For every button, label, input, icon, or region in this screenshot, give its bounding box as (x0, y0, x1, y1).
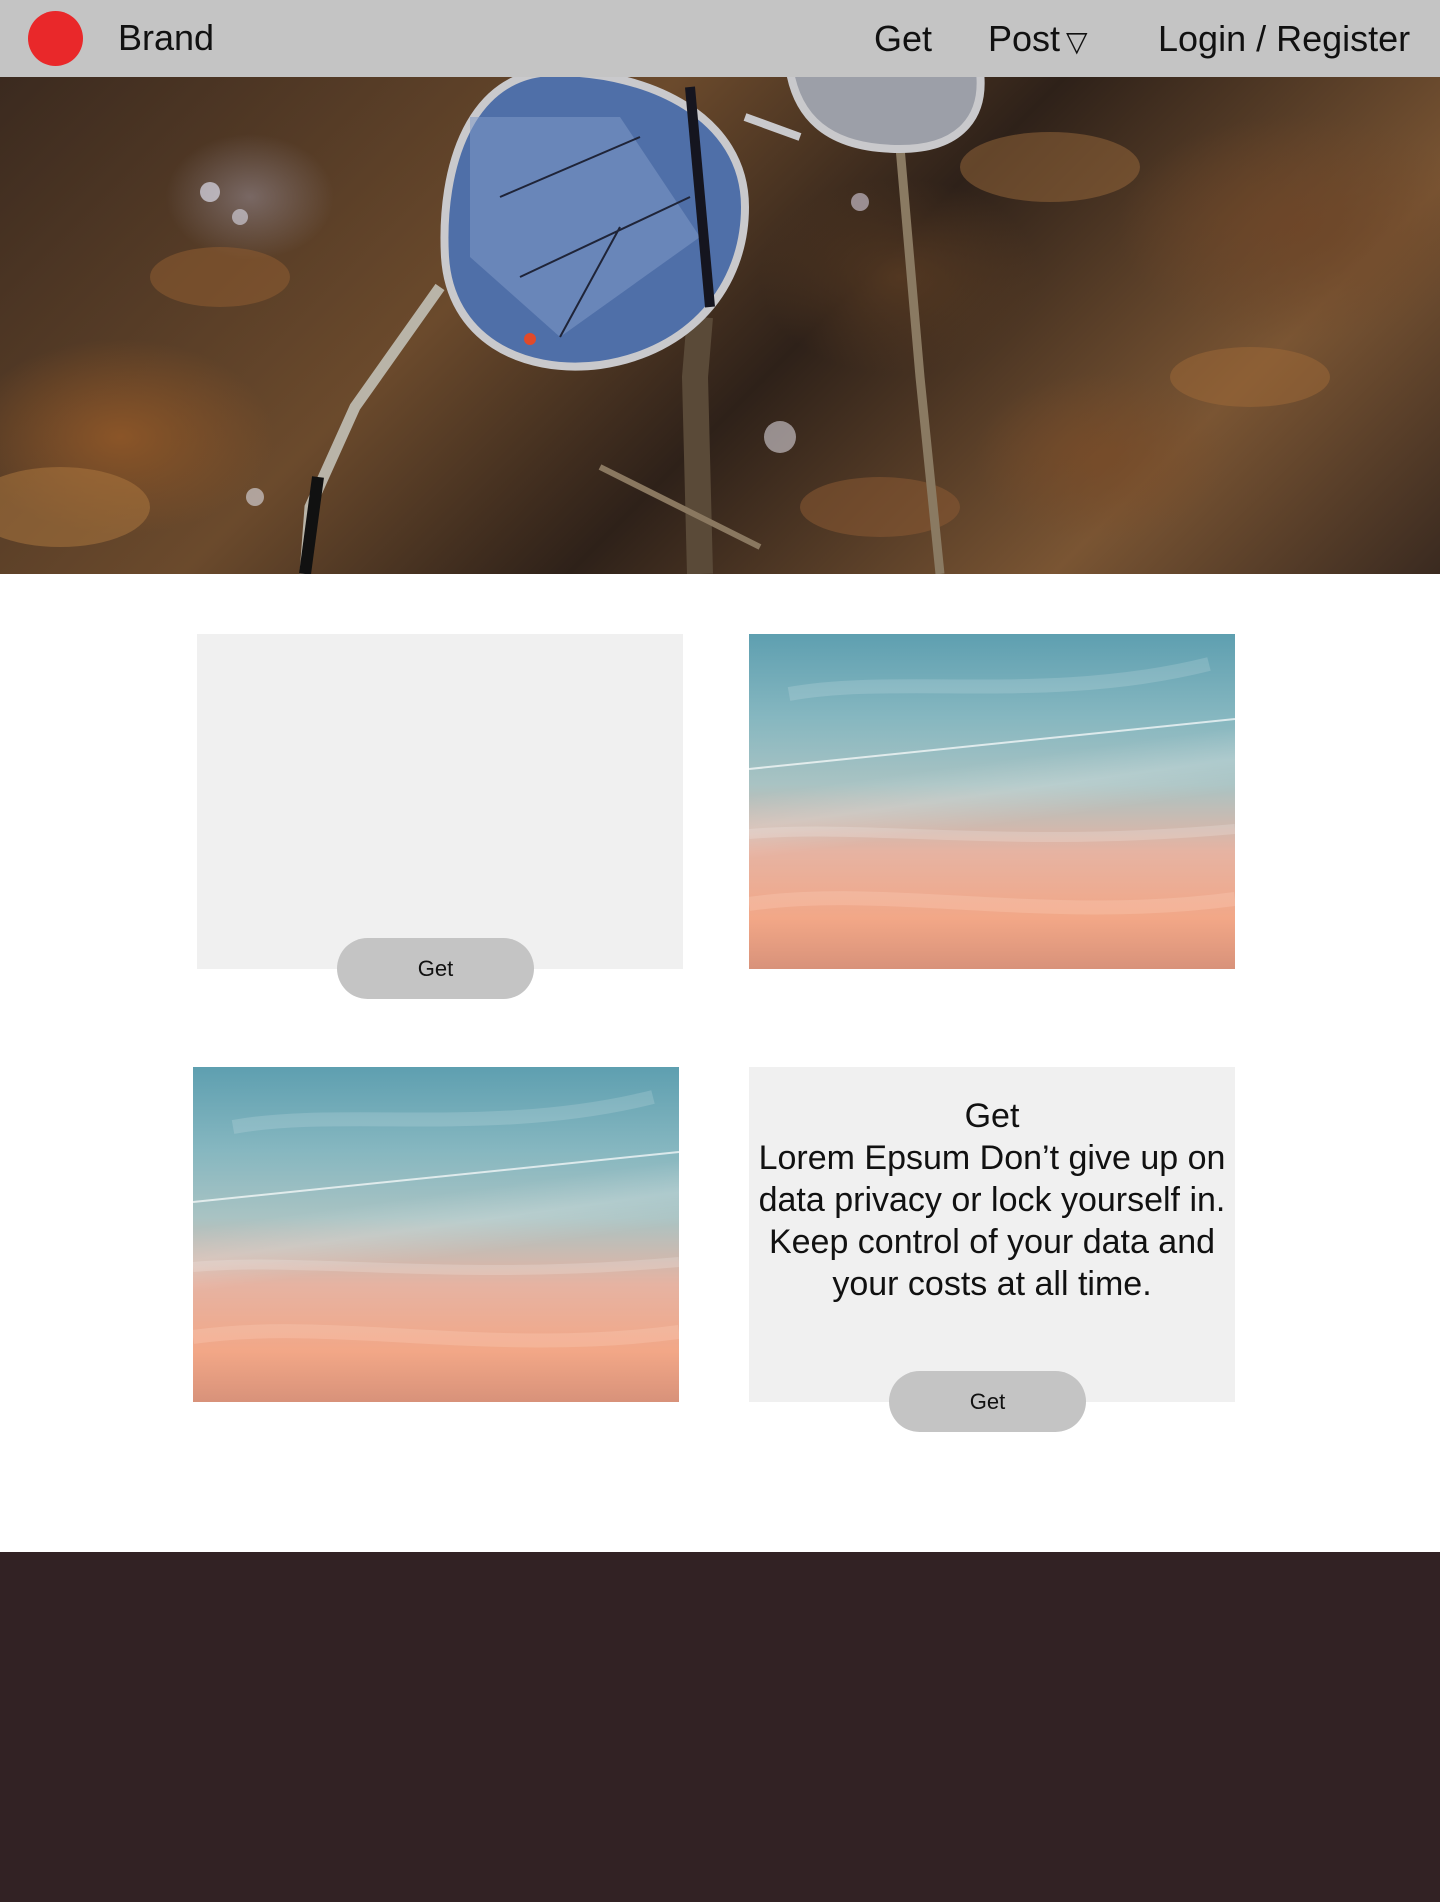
get-button[interactable]: Get (337, 938, 534, 999)
hero-image (0, 77, 1330, 574)
sky-image-card (749, 634, 1235, 969)
hero-carousel (0, 77, 1440, 574)
nav-post-label: Post (988, 18, 1061, 59)
sky-image (749, 657, 1235, 915)
get-button[interactable]: Get (889, 1371, 1086, 1432)
brand-logo-icon[interactable] (28, 11, 83, 66)
top-navbar: Brand Get Post ▽ Login / Register (0, 0, 1440, 77)
footer (0, 1552, 1440, 1902)
empty-card (197, 634, 683, 969)
nav-get-link[interactable]: Get (874, 18, 932, 60)
sky-image (193, 1090, 679, 1348)
sky-image-card (193, 1067, 679, 1402)
text-card-body: Lorem Epsum Don’t give up on data privac… (758, 1139, 1226, 1303)
text-card-content: Get Lorem Epsum Don’t give up on data pr… (756, 1095, 1228, 1305)
login-register-link[interactable]: Login / Register (1158, 18, 1410, 60)
brand-name[interactable]: Brand (118, 17, 214, 59)
chevron-down-icon: ▽ (1066, 26, 1088, 57)
text-card-title: Get (964, 1097, 1020, 1135)
nav-post-dropdown[interactable]: Post ▽ (988, 18, 1088, 63)
